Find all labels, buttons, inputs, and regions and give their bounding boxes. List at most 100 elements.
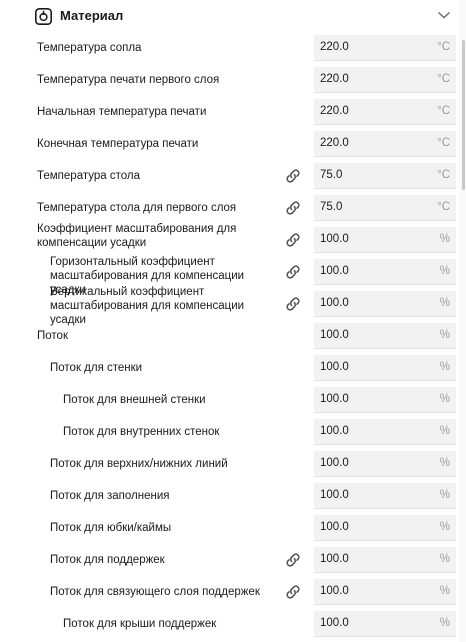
unit-label: % bbox=[439, 425, 450, 437]
unit-label: % bbox=[439, 393, 450, 405]
input-value[interactable]: 100.0 bbox=[320, 617, 349, 629]
unit-label: % bbox=[439, 265, 450, 277]
link-icon[interactable] bbox=[284, 551, 302, 569]
setting-label: Поток bbox=[37, 330, 68, 342]
setting-row-final-print-temp: Конечная температура печати 220.0 °C bbox=[0, 128, 466, 160]
chevron-down-icon[interactable] bbox=[437, 10, 451, 20]
setting-row-top-bottom-flow: Поток для верхних/нижних линий 100.0% bbox=[0, 448, 466, 480]
link-icon[interactable] bbox=[284, 199, 302, 217]
setting-row-bed-temp: Температура стола 75.0 °C bbox=[0, 160, 466, 192]
input-value[interactable]: 100.0 bbox=[320, 393, 349, 405]
unit-label: % bbox=[439, 521, 450, 533]
unit-label: % bbox=[439, 553, 450, 565]
setting-label: Температура стола bbox=[37, 170, 140, 182]
input-value[interactable]: 220.0 bbox=[320, 137, 349, 149]
infill-flow-input[interactable]: 100.0% bbox=[314, 483, 456, 509]
setting-row-infill-flow: Поток для заполнения 100.0% bbox=[0, 480, 466, 512]
setting-label: Начальная температура печати bbox=[37, 106, 207, 118]
link-icon[interactable] bbox=[284, 231, 302, 249]
support-interface-flow-input[interactable]: 100.0% bbox=[314, 579, 456, 605]
unit-label: % bbox=[439, 297, 450, 309]
input-value[interactable]: 220.0 bbox=[320, 105, 349, 117]
skirt-brim-flow-input[interactable]: 100.0% bbox=[314, 515, 456, 541]
section-title: Материал bbox=[60, 8, 124, 23]
input-value[interactable]: 100.0 bbox=[320, 553, 349, 565]
setting-row-shrinkage-scale: Коэффициент масштабирования для компенса… bbox=[0, 223, 466, 256]
setting-label: Коэффициент масштабирования для компенса… bbox=[37, 223, 237, 249]
horizontal-shrinkage-scale-input[interactable]: 100.0% bbox=[314, 259, 456, 285]
input-value[interactable]: 100.0 bbox=[320, 489, 349, 501]
first-layer-temp-input[interactable]: 220.0 °C bbox=[314, 67, 456, 93]
setting-label: Поток для крыши поддержек bbox=[63, 618, 217, 630]
setting-label: Конечная температура печати bbox=[37, 138, 199, 150]
bed-temp-input[interactable]: 75.0 °C bbox=[314, 163, 456, 189]
setting-label: Поток для внешней стенки bbox=[63, 394, 206, 406]
input-value[interactable]: 100.0 bbox=[320, 297, 349, 309]
unit-label: °C bbox=[437, 73, 450, 85]
input-value[interactable]: 100.0 bbox=[320, 233, 349, 245]
flow-input[interactable]: 100.0% bbox=[314, 323, 456, 349]
input-value[interactable]: 100.0 bbox=[320, 265, 349, 277]
setting-label: Поток для стенки bbox=[50, 362, 143, 374]
outer-wall-flow-input[interactable]: 100.0% bbox=[314, 387, 456, 413]
setting-label: Поток для поддержек bbox=[50, 554, 165, 566]
setting-label: Поток для связующего слоя поддержек bbox=[50, 586, 260, 598]
section-header-material[interactable]: Материал bbox=[0, 0, 466, 32]
link-icon[interactable] bbox=[284, 263, 302, 281]
unit-label: % bbox=[439, 361, 450, 373]
inner-wall-flow-input[interactable]: 100.0% bbox=[314, 419, 456, 445]
input-value[interactable]: 100.0 bbox=[320, 425, 349, 437]
input-value[interactable]: 100.0 bbox=[320, 521, 349, 533]
setting-label: Температура печати первого слоя bbox=[37, 74, 220, 86]
link-icon[interactable] bbox=[284, 295, 302, 313]
setting-row-support-roof-flow: Поток для крыши поддержек 100.0% bbox=[0, 608, 466, 640]
bed-temp-first-layer-input[interactable]: 75.0 °C bbox=[314, 195, 456, 221]
setting-label: Поток для юбки/каймы bbox=[50, 522, 172, 534]
setting-label: Поток для заполнения bbox=[50, 490, 170, 502]
setting-row-inner-wall-flow: Поток для внутренних стенок 100.0% bbox=[0, 416, 466, 448]
input-value[interactable]: 220.0 bbox=[320, 73, 349, 85]
input-value[interactable]: 75.0 bbox=[320, 201, 342, 213]
support-roof-flow-input[interactable]: 100.0% bbox=[314, 611, 456, 637]
unit-label: % bbox=[439, 585, 450, 597]
unit-label: °C bbox=[437, 41, 450, 53]
unit-label: % bbox=[439, 489, 450, 501]
shrinkage-scale-input[interactable]: 100.0% bbox=[314, 227, 456, 253]
unit-label: °C bbox=[437, 137, 450, 149]
setting-row-support-flow: Поток для поддержек 100.0% bbox=[0, 544, 466, 576]
vertical-shrinkage-scale-input[interactable]: 100.0% bbox=[314, 291, 456, 317]
support-flow-input[interactable]: 100.0% bbox=[314, 547, 456, 573]
unit-label: % bbox=[439, 329, 450, 341]
setting-label: Температура стола для первого слоя bbox=[37, 202, 237, 214]
input-value[interactable]: 100.0 bbox=[320, 457, 349, 469]
link-icon[interactable] bbox=[284, 167, 302, 185]
input-value[interactable]: 100.0 bbox=[320, 585, 349, 597]
setting-label: Температура сопла bbox=[37, 42, 142, 54]
unit-label: % bbox=[439, 617, 450, 629]
input-value[interactable]: 75.0 bbox=[320, 169, 342, 181]
setting-row-first-layer-temp: Температура печати первого слоя 220.0 °C bbox=[0, 64, 466, 96]
wall-flow-input[interactable]: 100.0% bbox=[314, 355, 456, 381]
link-icon[interactable] bbox=[284, 583, 302, 601]
input-value[interactable]: 100.0 bbox=[320, 329, 349, 341]
initial-print-temp-input[interactable]: 220.0 °C bbox=[314, 99, 456, 125]
unit-label: % bbox=[439, 457, 450, 469]
scrollbar-thumb[interactable] bbox=[462, 40, 465, 190]
setting-row-bed-temp-first-layer: Температура стола для первого слоя 75.0 °C bbox=[0, 192, 466, 224]
setting-row-initial-print-temp: Начальная температура печати 220.0 °C bbox=[0, 96, 466, 128]
setting-label: Поток для внутренних стенок bbox=[63, 426, 220, 438]
setting-row-skirt-brim-flow: Поток для юбки/каймы 100.0% bbox=[0, 512, 466, 544]
input-value[interactable]: 100.0 bbox=[320, 361, 349, 373]
setting-label: Поток для верхних/нижних линий bbox=[50, 458, 228, 470]
unit-label: °C bbox=[437, 105, 450, 117]
unit-label: % bbox=[439, 233, 450, 245]
setting-row-vertical-shrinkage-scale: Вертикальный коэффициент масштабирования… bbox=[0, 286, 466, 326]
spool-icon bbox=[35, 8, 52, 25]
input-value[interactable]: 220.0 bbox=[320, 41, 349, 53]
unit-label: °C bbox=[437, 169, 450, 181]
final-print-temp-input[interactable]: 220.0 °C bbox=[314, 131, 456, 157]
top-bottom-flow-input[interactable]: 100.0% bbox=[314, 451, 456, 477]
nozzle-temp-input[interactable]: 220.0 °C bbox=[314, 35, 456, 61]
setting-row-outer-wall-flow: Поток для внешней стенки 100.0% bbox=[0, 384, 466, 416]
setting-row-support-interface-flow: Поток для связующего слоя поддержек 100.0… bbox=[0, 576, 466, 608]
